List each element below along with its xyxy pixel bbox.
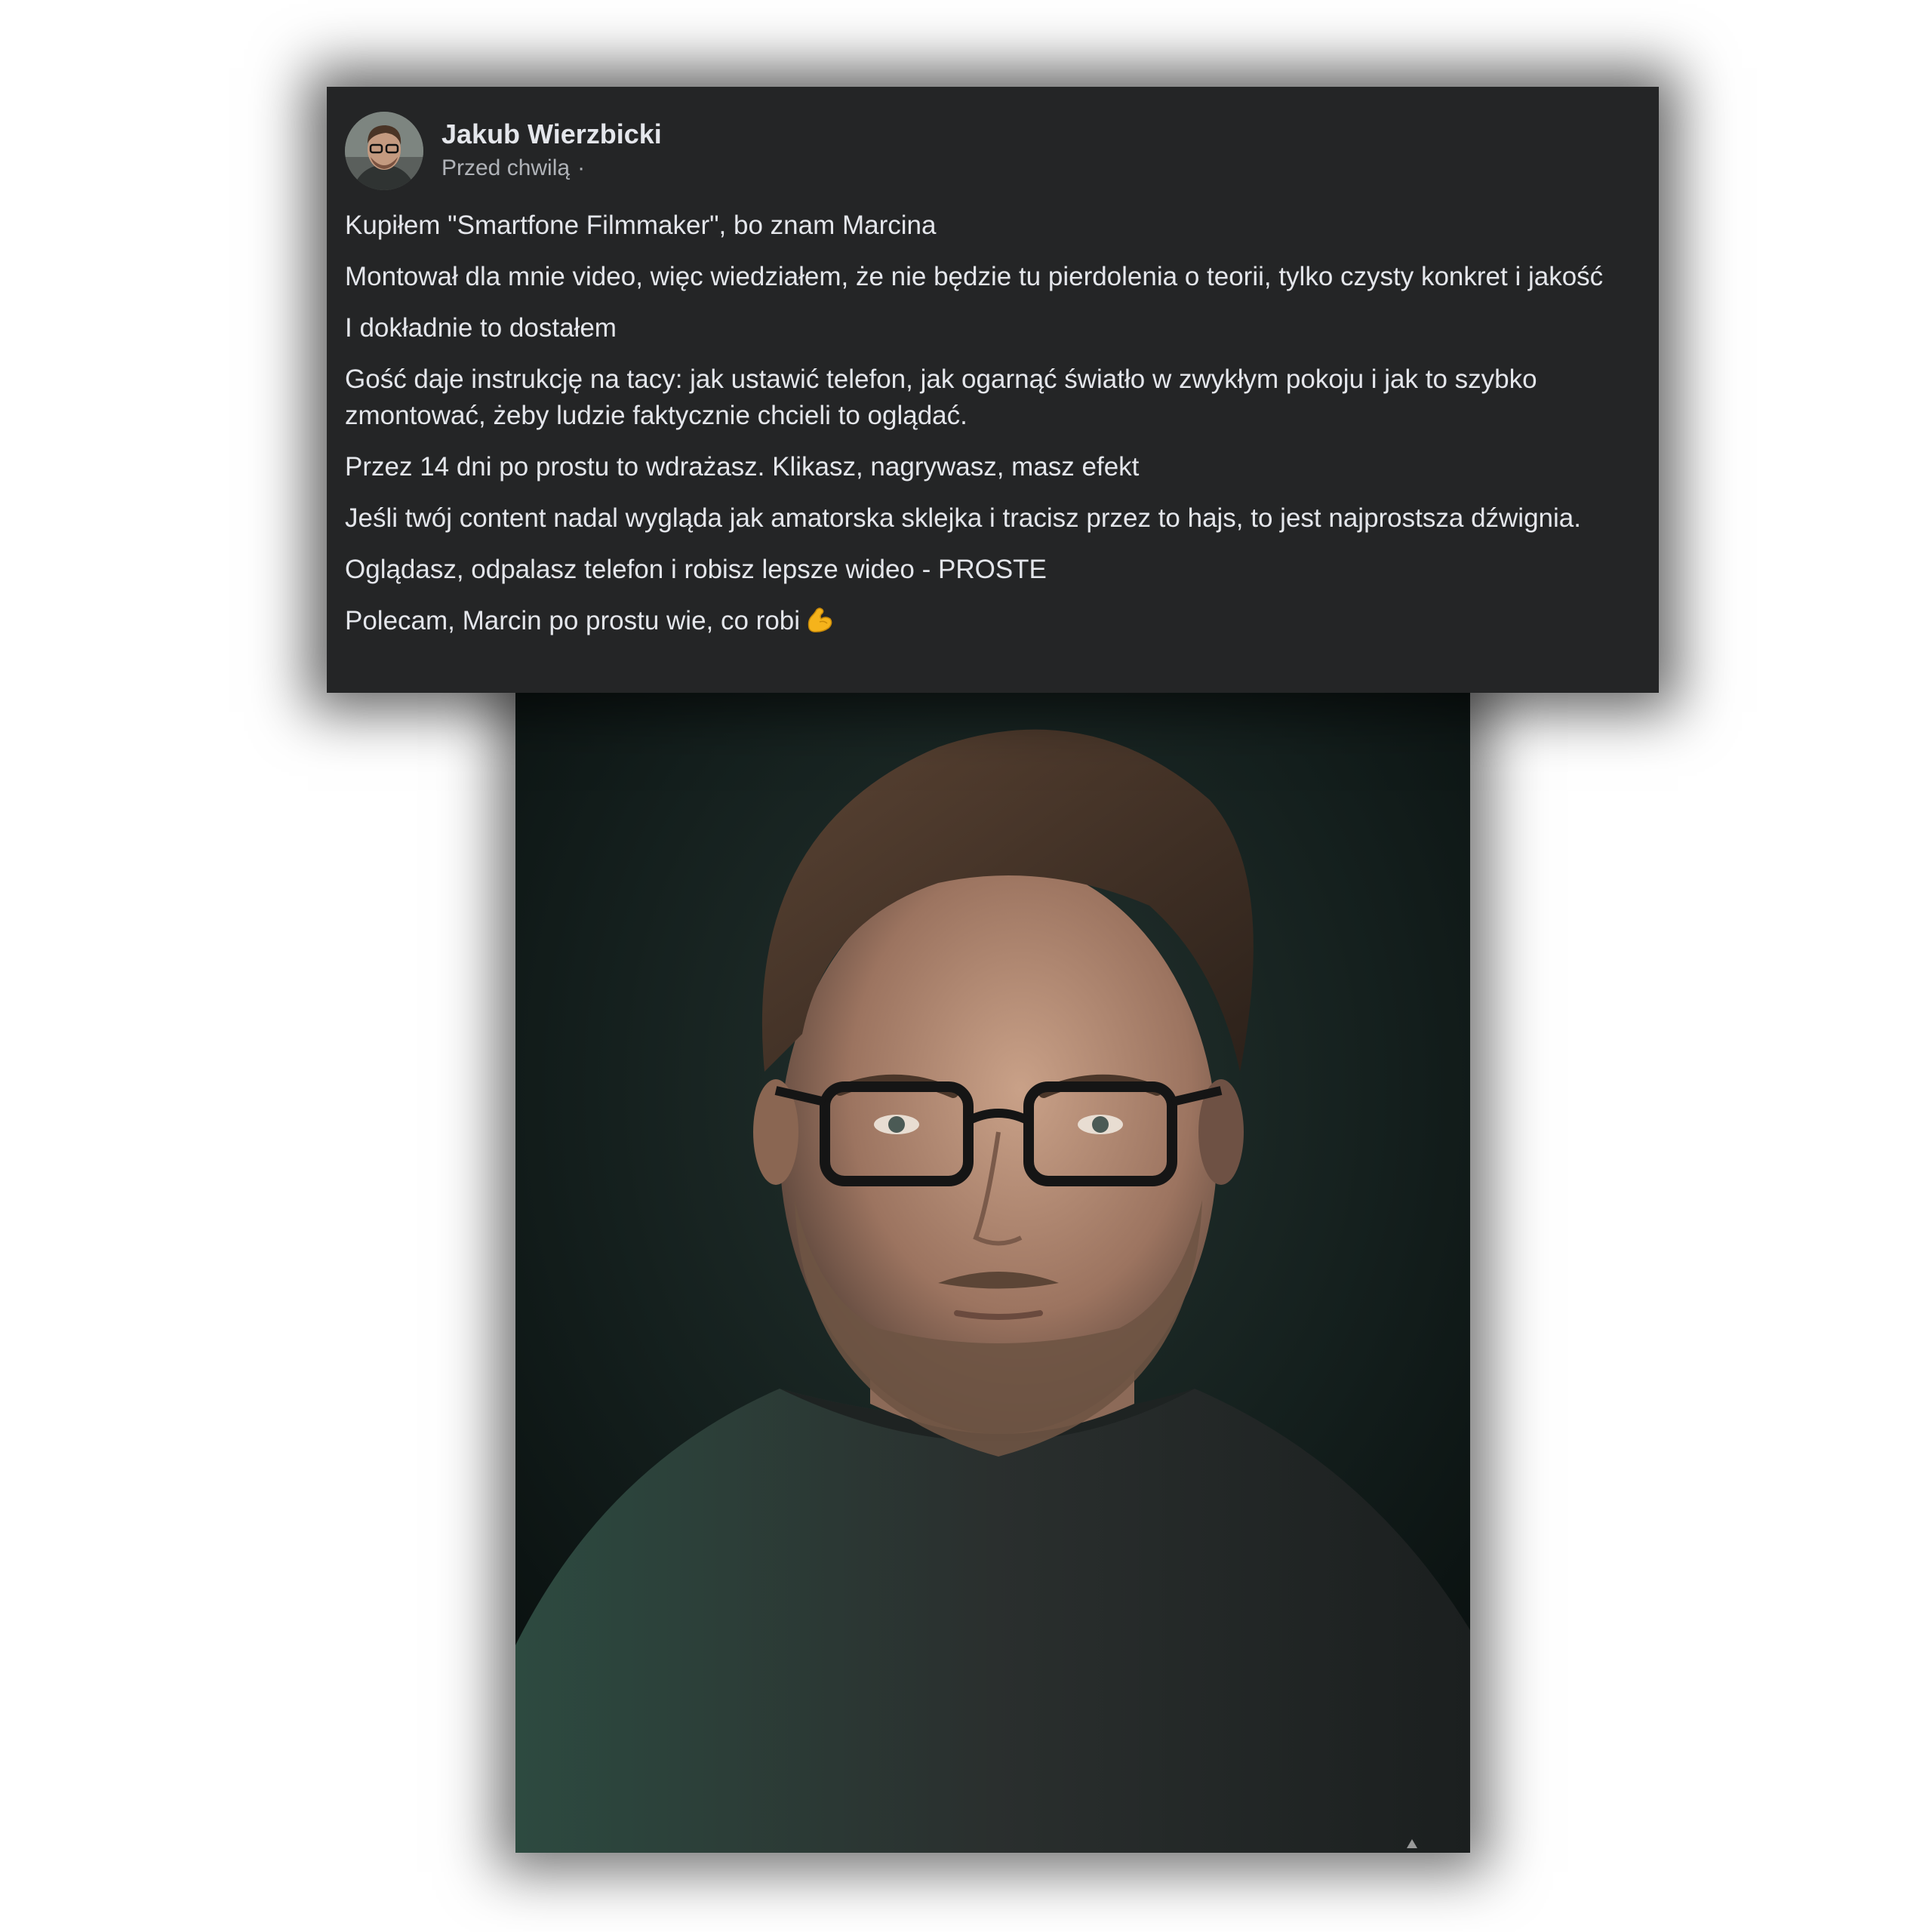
post-paragraph: Kupiłem "Smartfone Filmmaker", bo znam M… (345, 211, 937, 240)
meta-separator: · (577, 155, 586, 180)
post-header: Jakub Wierzbicki Przed chwilą · (345, 109, 1641, 192)
post-paragraph: I dokładnie to dostałem (345, 313, 617, 343)
watermark-triangle-icon (1407, 1839, 1417, 1848)
author-name[interactable]: Jakub Wierzbicki (441, 117, 662, 152)
portrait-photo (515, 679, 1470, 1853)
post-timestamp[interactable]: Przed chwilą (441, 152, 570, 185)
post-paragraph: Jeśli twój content nadal wygląda jak ama… (345, 503, 1581, 533)
flexed-biceps-icon (808, 608, 832, 632)
profile-photo-icon (345, 112, 423, 190)
post-paragraph-text: Polecam, Marcin po prostu wie, co robi (345, 606, 801, 635)
post-header-text: Jakub Wierzbicki Przed chwilą · (441, 117, 662, 185)
post-paragraph: Montował dla mnie video, więc wiedziałem… (345, 262, 1604, 291)
portrait-illustration (515, 679, 1470, 1853)
post-paragraph: Gość daje instrukcję na tacy: jak ustawi… (345, 365, 1537, 430)
post-card: Jakub Wierzbicki Przed chwilą · Kupiłem … (327, 87, 1659, 693)
post-paragraph: Oglądasz, odpalasz telefon i robisz leps… (345, 555, 1047, 584)
post-body: Kupiłem "Smartfone Filmmaker", bo znam M… (345, 208, 1641, 639)
post-meta: Przed chwilą · (441, 152, 662, 185)
post-paragraph-last: Polecam, Marcin po prostu wie, co robi (345, 603, 1641, 639)
avatar[interactable] (345, 112, 423, 190)
post-paragraph: Przez 14 dni po prostu to wdrażasz. Klik… (345, 452, 1140, 481)
